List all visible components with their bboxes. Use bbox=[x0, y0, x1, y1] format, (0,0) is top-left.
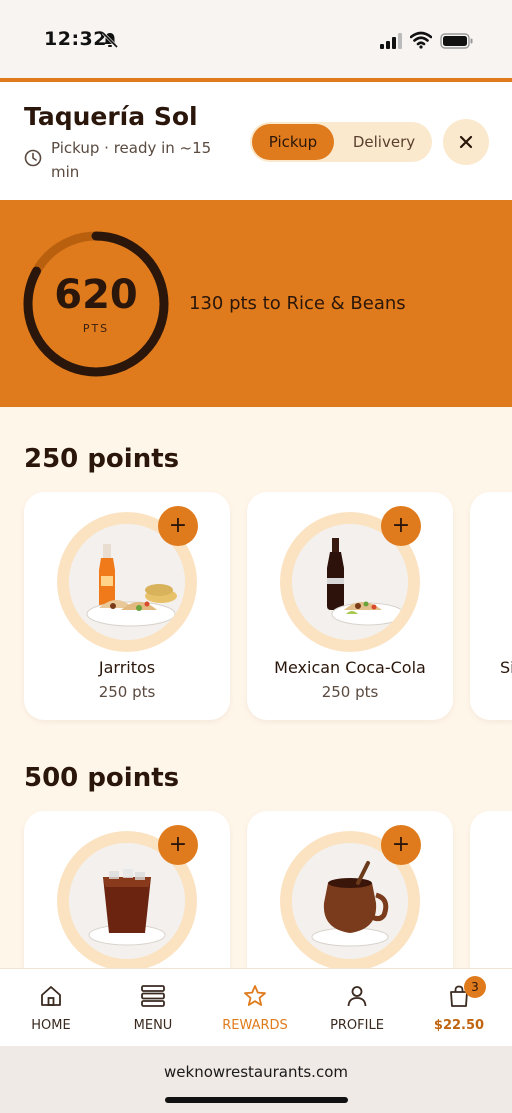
url-text: weknowrestaurants.com bbox=[164, 1063, 348, 1081]
plus-icon: + bbox=[168, 832, 188, 857]
person-icon bbox=[347, 986, 367, 1007]
bell-muted-icon bbox=[101, 31, 119, 49]
restaurant-name: Taquería Sol bbox=[24, 102, 198, 131]
points-value: 620 bbox=[54, 272, 138, 318]
reward-name: Si bbox=[500, 658, 512, 677]
close-icon bbox=[459, 135, 473, 149]
nav-cart[interactable]: 3 $22.50 bbox=[408, 969, 510, 1047]
plus-icon: + bbox=[168, 513, 188, 538]
order-mode-toggle: Pickup Delivery bbox=[250, 122, 432, 162]
add-button[interactable]: + bbox=[158, 506, 198, 546]
nav-profile[interactable]: PROFILE bbox=[306, 969, 408, 1047]
menu-icon bbox=[141, 985, 165, 1007]
points-summary: 620 PTS 130 pts to Rice & Beans bbox=[0, 200, 512, 407]
browser-url-bar[interactable]: weknowrestaurants.com bbox=[0, 1046, 512, 1113]
reward-card[interactable]: Si bbox=[470, 492, 512, 720]
section-title-500: 500 points bbox=[24, 763, 180, 793]
nav-menu-label: MENU bbox=[133, 1018, 173, 1033]
pickup-info: Pickup · ready in ~15 min bbox=[51, 139, 212, 181]
home-icon bbox=[41, 986, 61, 1006]
restaurant-header: Taquería Sol Pickup · ready in ~15 min P… bbox=[0, 82, 512, 200]
bottom-nav: HOME MENU REWARDS PROFILE 3 $22.50 bbox=[0, 968, 512, 1046]
nav-home-label: HOME bbox=[31, 1018, 71, 1033]
close-button[interactable] bbox=[443, 119, 489, 165]
pickup-option[interactable]: Pickup bbox=[252, 124, 334, 160]
nav-rewards-label: REWARDS bbox=[222, 1018, 288, 1033]
add-button[interactable]: + bbox=[158, 825, 198, 865]
nav-home[interactable]: HOME bbox=[0, 969, 102, 1047]
signal-icon bbox=[380, 33, 402, 49]
reward-points: 250 pts bbox=[98, 683, 156, 701]
cart-total: $22.50 bbox=[433, 1018, 485, 1033]
clock-icon bbox=[24, 149, 42, 167]
nav-profile-label: PROFILE bbox=[330, 1018, 384, 1033]
wifi-icon bbox=[410, 31, 432, 49]
add-button[interactable]: + bbox=[381, 825, 421, 865]
add-button[interactable]: + bbox=[381, 506, 421, 546]
delivery-option[interactable]: Delivery bbox=[340, 124, 428, 160]
nav-rewards[interactable]: REWARDS bbox=[204, 969, 306, 1047]
plus-icon: + bbox=[391, 832, 411, 857]
status-time: 12:32 bbox=[44, 28, 107, 50]
reward-name: Mexican Coca-Cola bbox=[274, 658, 426, 677]
points-unit: PTS bbox=[82, 322, 110, 335]
reward-name: Jarritos bbox=[98, 658, 156, 677]
nav-menu[interactable]: MENU bbox=[102, 969, 204, 1047]
plus-icon: + bbox=[391, 513, 411, 538]
section-title-250: 250 points bbox=[24, 444, 180, 474]
star-icon bbox=[244, 985, 266, 1006]
home-indicator bbox=[165, 1097, 348, 1103]
reward-points: 250 pts bbox=[321, 683, 379, 701]
reward-card[interactable]: + Mexican Coca-Cola 250 pts bbox=[247, 492, 453, 720]
next-reward-text: 130 pts to Rice & Beans bbox=[189, 293, 406, 314]
battery-icon bbox=[440, 33, 473, 49]
status-bar: 12:32 bbox=[0, 0, 512, 80]
cart-count-badge: 3 bbox=[464, 976, 486, 998]
reward-card[interactable]: + Jarritos 250 pts bbox=[24, 492, 230, 720]
